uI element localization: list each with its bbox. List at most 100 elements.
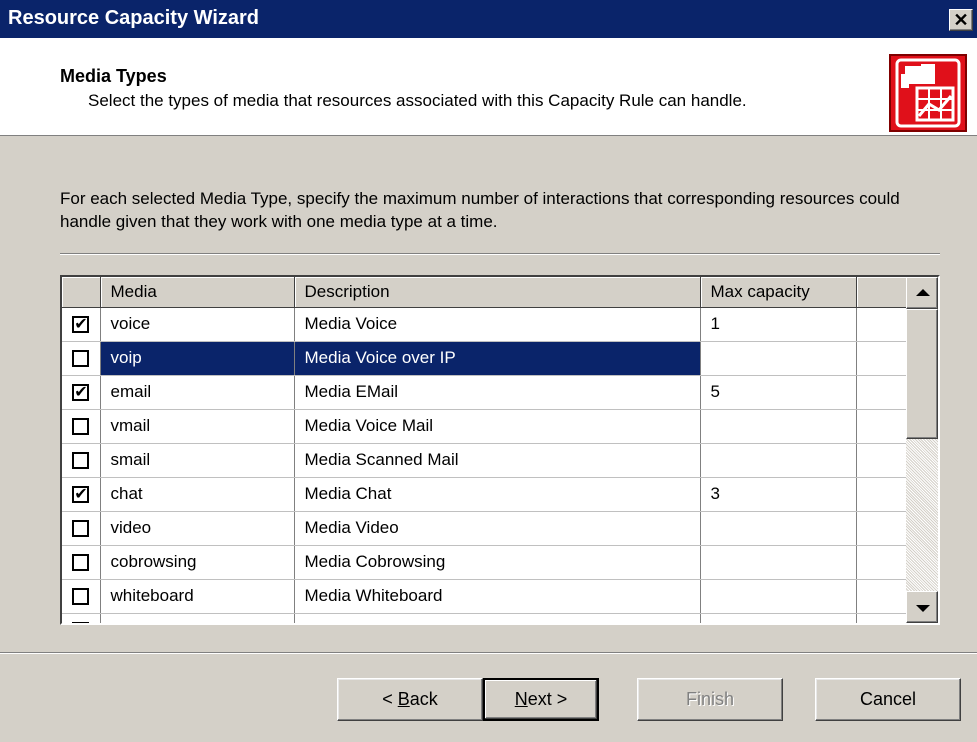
filler-cell — [856, 375, 906, 410]
media-checkbox[interactable] — [72, 314, 90, 334]
media-checkbox[interactable] — [72, 588, 90, 606]
max-capacity-cell[interactable] — [700, 409, 857, 444]
media-cell: voip — [100, 341, 295, 376]
max-capacity-cell[interactable] — [700, 545, 857, 580]
media-checkbox[interactable] — [72, 520, 90, 538]
scroll-thumb[interactable] — [906, 309, 938, 439]
row-checkbox-cell — [62, 477, 101, 512]
media-cell: appsharing — [100, 613, 295, 623]
table-row[interactable]: vmail Media Voice Mail — [62, 409, 906, 444]
row-checkbox-cell — [62, 375, 101, 410]
filler-cell — [856, 443, 906, 478]
scroll-down-button[interactable] — [906, 591, 938, 623]
table-row[interactable]: cobrowsing Media Cobrowsing — [62, 545, 906, 580]
description-cell: Media Scanned Mail — [294, 443, 701, 478]
header-row: Media Description Max capacity — [62, 277, 906, 308]
title-bar[interactable]: Resource Capacity Wizard ✕ — [0, 0, 977, 38]
table-row[interactable]: appsharingMedia Application Sharing — [62, 613, 906, 623]
filler-cell — [856, 341, 906, 376]
table-row[interactable]: whiteboard Media Whiteboard — [62, 579, 906, 614]
table-row[interactable]: chatMedia Chat3 — [62, 477, 906, 512]
media-types-grid[interactable]: Media Description Max capacity voiceMedi… — [60, 275, 940, 625]
footer-divider — [0, 652, 977, 654]
filler-cell — [856, 613, 906, 623]
row-checkbox-cell — [62, 579, 101, 614]
media-checkbox[interactable] — [72, 418, 90, 436]
description-cell: Media Voice — [294, 307, 701, 342]
filler-cell — [856, 511, 906, 546]
cancel-button-label: Cancel — [859, 689, 917, 709]
max-capacity-cell[interactable] — [700, 613, 857, 623]
row-checkbox-cell — [62, 613, 101, 623]
back-button-label: < Back — [382, 689, 438, 709]
close-button[interactable]: ✕ — [949, 9, 973, 31]
divider — [60, 253, 940, 255]
vertical-scrollbar[interactable] — [906, 277, 938, 623]
max-capacity-cell[interactable] — [700, 511, 857, 546]
description-cell: Media Voice Mail — [294, 409, 701, 444]
table-row[interactable]: video Media Video — [62, 511, 906, 546]
description-cell: Media Voice over IP — [294, 341, 701, 376]
row-checkbox-cell — [62, 307, 101, 342]
cancel-button[interactable]: Cancel — [815, 678, 961, 721]
filler-cell — [856, 477, 906, 512]
description-cell: Media Whiteboard — [294, 579, 701, 614]
row-checkbox-cell — [62, 545, 101, 580]
media-checkbox[interactable] — [72, 350, 90, 368]
description-cell: Media EMail — [294, 375, 701, 410]
media-checkbox[interactable] — [72, 554, 90, 572]
capacity-wizard-icon — [889, 54, 967, 132]
column-header-max-capacity[interactable]: Max capacity — [700, 277, 857, 308]
media-cell: cobrowsing — [100, 545, 295, 580]
next-button-label: Next > — [514, 689, 568, 709]
filler-cell — [856, 409, 906, 444]
column-header-check[interactable] — [62, 277, 101, 308]
media-cell: email — [100, 375, 295, 410]
back-button[interactable]: < Back — [337, 678, 483, 721]
media-checkbox[interactable] — [72, 382, 90, 402]
finish-button[interactable]: Finish — [637, 678, 783, 721]
media-table: Media Description Max capacity voiceMedi… — [62, 277, 906, 623]
media-checkbox[interactable] — [72, 452, 90, 470]
max-capacity-cell[interactable]: 3 — [700, 477, 857, 512]
media-cell: video — [100, 511, 295, 546]
max-capacity-cell[interactable]: 1 — [700, 307, 857, 342]
wizard-header: Media Types Select the types of media th… — [0, 38, 977, 136]
page-subtitle: Select the types of media that resources… — [88, 91, 747, 110]
filler-cell — [856, 579, 906, 614]
filler-cell — [856, 307, 906, 342]
table-row[interactable]: voip Media Voice over IP — [62, 341, 906, 376]
description-cell: Media Cobrowsing — [294, 545, 701, 580]
media-checkbox[interactable] — [72, 484, 90, 504]
description-cell: Media Video — [294, 511, 701, 546]
instruction-text: For each selected Media Type, specify th… — [60, 189, 900, 231]
next-button[interactable]: Next > — [483, 678, 599, 721]
table-row[interactable]: emailMedia EMail5 — [62, 375, 906, 410]
scroll-up-button[interactable] — [906, 277, 938, 309]
filler-cell — [856, 545, 906, 580]
column-header-description[interactable]: Description — [294, 277, 701, 308]
arrow-down-icon — [916, 605, 930, 612]
table-row[interactable]: smail Media Scanned Mail — [62, 443, 906, 478]
column-header-media[interactable]: Media — [100, 277, 295, 308]
table-row[interactable]: voiceMedia Voice1 — [62, 307, 906, 342]
media-cell: vmail — [100, 409, 295, 444]
window-title: Resource Capacity Wizard — [8, 7, 260, 29]
max-capacity-cell[interactable] — [700, 579, 857, 614]
close-icon: ✕ — [953, 10, 969, 30]
media-checkbox[interactable] — [72, 622, 90, 623]
media-cell: smail — [100, 443, 295, 478]
media-cell: voice — [100, 307, 295, 342]
max-capacity-cell[interactable] — [700, 341, 857, 376]
row-checkbox-cell — [62, 511, 101, 546]
description-cell: Media Application Sharing — [294, 613, 701, 623]
media-cell: whiteboard — [100, 579, 295, 614]
grid-viewport: Media Description Max capacity voiceMedi… — [62, 277, 906, 623]
max-capacity-cell[interactable] — [700, 443, 857, 478]
row-checkbox-cell — [62, 443, 101, 478]
max-capacity-cell[interactable]: 5 — [700, 375, 857, 410]
column-header-filler — [856, 277, 906, 308]
media-cell: chat — [100, 477, 295, 512]
capacity-chart-icon — [895, 58, 961, 128]
arrow-up-icon — [916, 289, 930, 296]
